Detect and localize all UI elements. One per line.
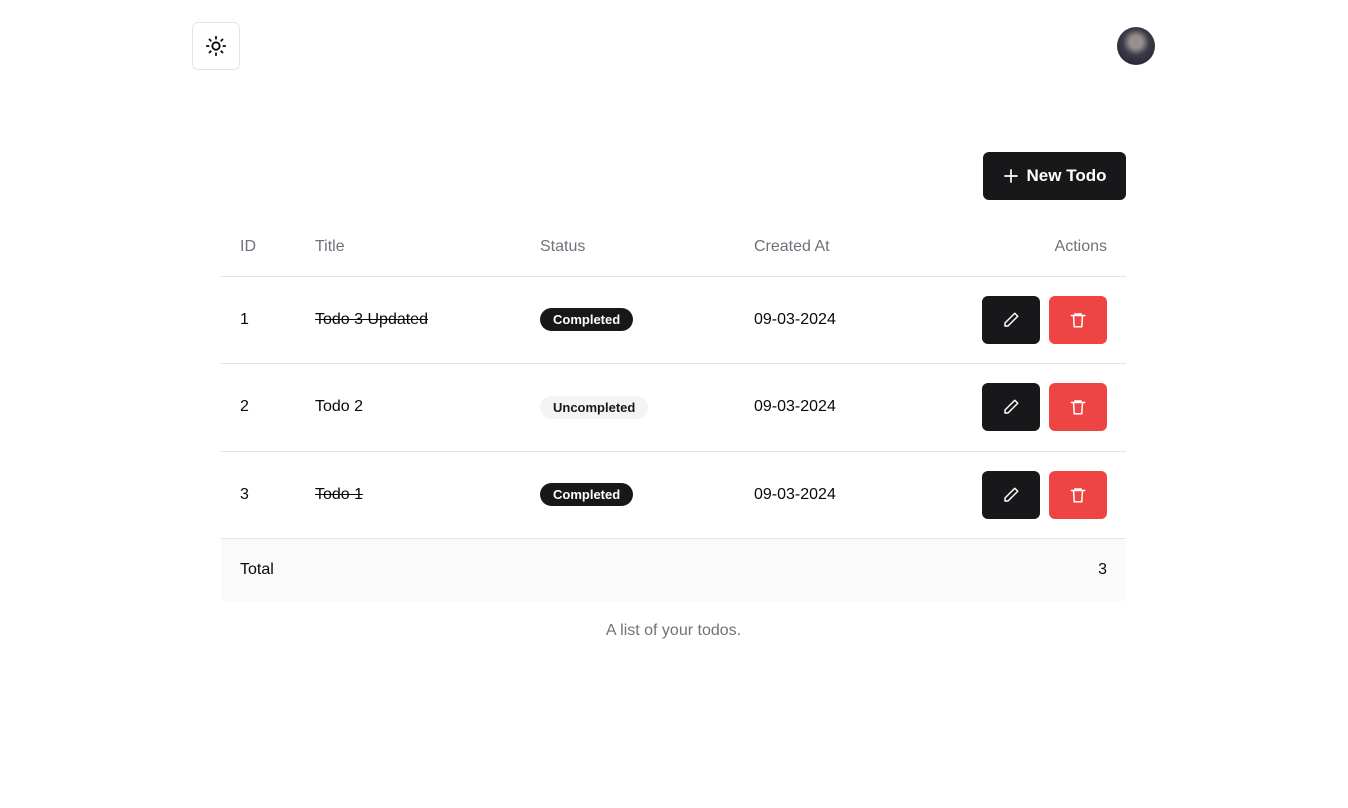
edit-button[interactable] bbox=[982, 295, 1040, 344]
trash-icon bbox=[1070, 488, 1086, 503]
todo-created-at: 09-03-2024 bbox=[735, 451, 901, 539]
col-id: ID bbox=[221, 218, 296, 277]
col-created: Created At bbox=[735, 218, 901, 277]
edit-button[interactable] bbox=[982, 470, 1040, 519]
edit-button[interactable] bbox=[982, 383, 1040, 432]
todo-created-at: 09-03-2024 bbox=[735, 276, 901, 364]
col-title: Title bbox=[296, 218, 521, 277]
avatar[interactable] bbox=[1117, 27, 1155, 65]
delete-button[interactable] bbox=[1049, 383, 1107, 432]
total-label: Total bbox=[221, 538, 901, 601]
delete-button[interactable] bbox=[1049, 470, 1107, 519]
trash-icon bbox=[1070, 400, 1086, 415]
table-row: 2 Todo 2 Uncompleted 09-03-2024 bbox=[221, 363, 1126, 452]
sun-icon bbox=[205, 35, 227, 57]
table-caption: A list of your todos. bbox=[605, 622, 742, 639]
col-actions: Actions bbox=[900, 218, 1126, 277]
todo-title: Todo 2 bbox=[296, 363, 521, 452]
plus-icon bbox=[1003, 169, 1018, 183]
status-badge: Completed bbox=[540, 483, 634, 507]
pencil-icon bbox=[1004, 312, 1019, 327]
theme-toggle-button[interactable] bbox=[192, 22, 240, 70]
total-value: 3 bbox=[900, 538, 1126, 601]
delete-button[interactable] bbox=[1049, 295, 1107, 344]
status-badge: Completed bbox=[540, 308, 634, 332]
table-header-row: ID Title Status Created At Actions bbox=[221, 218, 1126, 277]
new-todo-button[interactable]: New Todo bbox=[983, 152, 1126, 200]
todo-id: 3 bbox=[221, 451, 296, 539]
new-todo-label: New Todo bbox=[1026, 166, 1107, 185]
table-footer-row: Total 3 bbox=[221, 538, 1126, 601]
table-row: 3 Todo 1 Completed 09-03-2024 bbox=[221, 451, 1126, 539]
status-badge: Uncompleted bbox=[540, 395, 649, 419]
col-status: Status bbox=[521, 218, 735, 277]
todo-table: ID Title Status Created At Actions 1 Tod… bbox=[221, 218, 1126, 601]
todo-title: Todo 3 Updated bbox=[296, 276, 521, 364]
pencil-icon bbox=[1004, 487, 1019, 502]
todo-id: 2 bbox=[221, 363, 296, 452]
todo-created-at: 09-03-2024 bbox=[735, 363, 901, 452]
todo-title: Todo 1 bbox=[296, 451, 521, 539]
pencil-icon bbox=[1004, 399, 1019, 414]
trash-icon bbox=[1070, 313, 1086, 328]
todo-id: 1 bbox=[221, 276, 296, 364]
table-row: 1 Todo 3 Updated Completed 09-03-2024 bbox=[221, 276, 1126, 364]
